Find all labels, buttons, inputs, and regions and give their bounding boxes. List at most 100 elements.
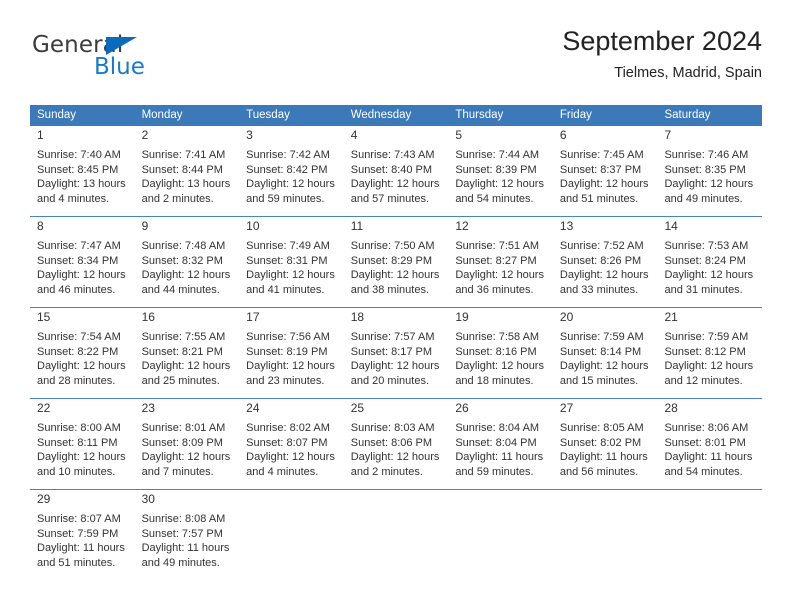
daylight-text-line1: Daylight: 12 hours <box>246 269 335 282</box>
day-details: Sunrise: 7:41 AM Sunset: 8:44 PM Daylight:… <box>142 148 233 206</box>
daylight-text-line2: and 57 minutes. <box>350 192 430 205</box>
calendar-day-cell[interactable]: 29 Sunrise: 8:07 AM Sunset: 7:59 PM Dayligh… <box>30 490 135 573</box>
calendar-day-cell[interactable]: 23 Sunrise: 8:01 AM Sunset: 8:09 PM Dayligh… <box>134 399 240 482</box>
day-number: 1 <box>37 128 44 142</box>
weekday-header-sunday: Sunday <box>37 109 77 121</box>
sunset-text: Sunset: 7:59 PM <box>37 527 119 540</box>
calendar-day-cell[interactable]: 16 Sunrise: 7:55 AM Sunset: 8:21 PM Dayligh… <box>134 308 240 391</box>
sunset-text: Sunset: 8:37 PM <box>559 163 642 176</box>
daylight-text-line1: Daylight: 12 hours <box>246 451 335 464</box>
sunrise-text: Sunrise: 7:53 AM <box>664 240 749 252</box>
day-details: Sunrise: 7:49 AM Sunset: 8:31 PM Daylight:… <box>246 239 337 297</box>
sunset-text: Sunset: 8:07 PM <box>246 436 328 449</box>
daylight-text-line2: and 46 minutes. <box>37 283 116 296</box>
daylight-text-line1: Daylight: 12 hours <box>141 451 231 464</box>
day-number: 12 <box>455 219 469 233</box>
day-number: 10 <box>246 219 260 233</box>
day-details: Sunrise: 7:46 AM Sunset: 8:35 PM Daylight:… <box>664 148 755 206</box>
calendar-day-cell[interactable]: 10 Sunrise: 7:49 AM Sunset: 8:31 PM Dayligh… <box>239 217 344 300</box>
day-details: Sunrise: 7:45 AM Sunset: 8:37 PM Daylight:… <box>560 148 651 206</box>
calendar-day-cell[interactable]: 6 Sunrise: 7:45 AM Sunset: 8:37 PM Daylight… <box>552 126 658 209</box>
sunrise-text: Sunrise: 7:41 AM <box>141 149 226 161</box>
sunrise-text: Sunrise: 7:45 AM <box>559 149 644 161</box>
day-number: 9 <box>141 219 149 233</box>
title-block: September 2024 Tielmes, Madrid, Spain <box>562 24 762 82</box>
sunrise-text: Sunrise: 7:55 AM <box>141 331 226 343</box>
sunrise-text: Sunrise: 7:42 AM <box>246 149 330 161</box>
general-blue-logo[interactable]: General Blue <box>32 32 232 88</box>
day-details: Sunrise: 8:00 AM Sunset: 8:11 PM Daylight:… <box>37 421 128 479</box>
daylight-text-line2: and 54 minutes. <box>455 192 534 205</box>
calendar-day-cell[interactable]: 9 Sunrise: 7:48 AM Sunset: 8:32 PM Daylight… <box>134 217 240 300</box>
day-details: Sunrise: 7:50 AM Sunset: 8:29 PM Daylight:… <box>351 239 442 297</box>
sunrise-text: Sunrise: 7:56 AM <box>246 331 330 343</box>
weekday-header-wednesday: Wednesday <box>350 109 412 121</box>
day-number: 20 <box>559 310 574 324</box>
calendar-day-cell[interactable]: 19 Sunrise: 7:58 AM Sunset: 8:16 PM Dayligh… <box>448 308 553 391</box>
calendar-day-cell[interactable]: 3 Sunrise: 7:42 AM Sunset: 8:42 PM Daylight… <box>239 126 344 209</box>
day-number: 21 <box>664 310 678 324</box>
daylight-text-line1: Daylight: 12 hours <box>141 360 231 373</box>
calendar-day-cell[interactable]: 1 Sunrise: 7:40 AM Sunset: 8:45 PM Daylight… <box>30 126 135 209</box>
daylight-text-line1: Daylight: 13 hours <box>141 178 231 191</box>
sunset-text: Sunset: 8:11 PM <box>37 436 118 449</box>
daylight-text-line1: Daylight: 11 hours <box>37 542 125 555</box>
daylight-text-line1: Daylight: 11 hours <box>559 451 648 464</box>
weekday-header-friday: Friday <box>559 109 592 121</box>
daylight-text-line2: and 2 minutes. <box>350 465 423 478</box>
sunset-text: Sunset: 8:40 PM <box>350 163 433 176</box>
daylight-text-line2: and 36 minutes. <box>455 283 534 296</box>
sunrise-text: Sunrise: 7:59 AM <box>664 331 749 343</box>
daylight-text-line1: Daylight: 12 hours <box>664 178 754 191</box>
day-number: 8 <box>37 219 44 233</box>
calendar-day-cell[interactable]: 21 Sunrise: 7:59 AM Sunset: 8:12 PM Dayligh… <box>657 308 763 391</box>
calendar-day-cell[interactable]: 4 Sunrise: 7:43 AM Sunset: 8:40 PM Daylight… <box>343 126 449 209</box>
daylight-text-line1: Daylight: 12 hours <box>350 451 440 464</box>
daylight-text-line2: and 49 minutes. <box>141 556 220 569</box>
day-details: Sunrise: 8:02 AM Sunset: 8:07 PM Daylight:… <box>246 421 337 479</box>
sunset-text: Sunset: 8:01 PM <box>664 436 746 449</box>
weekday-header-monday: Monday <box>141 109 183 121</box>
calendar-day-cell[interactable]: 28 Sunrise: 8:06 AM Sunset: 8:01 PM Dayligh… <box>657 399 763 482</box>
day-details: Sunrise: 8:03 AM Sunset: 8:06 PM Daylight:… <box>351 421 442 479</box>
sunset-text: Sunset: 8:22 PM <box>37 345 119 358</box>
day-details: Sunrise: 7:59 AM Sunset: 8:14 PM Daylight:… <box>560 330 651 388</box>
day-number: 30 <box>141 492 155 506</box>
calendar-day-cell[interactable]: 20 Sunrise: 7:59 AM Sunset: 8:14 PM Dayligh… <box>552 308 658 391</box>
calendar-day-cell[interactable]: 25 Sunrise: 8:03 AM Sunset: 8:06 PM Dayligh… <box>343 399 449 482</box>
calendar-day-cell[interactable]: 14 Sunrise: 7:53 AM Sunset: 8:24 PM Dayligh… <box>657 217 763 300</box>
calendar-day-cell[interactable]: 7 Sunrise: 7:46 AM Sunset: 8:35 PM Daylight… <box>657 126 763 209</box>
calendar-empty-cell <box>657 490 763 573</box>
sunrise-text: Sunrise: 8:02 AM <box>246 422 330 434</box>
calendar-day-cell[interactable]: 18 Sunrise: 7:57 AM Sunset: 8:17 PM Dayligh… <box>343 308 449 391</box>
calendar-day-cell[interactable]: 15 Sunrise: 7:54 AM Sunset: 8:22 PM Dayligh… <box>30 308 135 391</box>
daylight-text-line2: and 56 minutes. <box>559 465 639 478</box>
day-details: Sunrise: 8:08 AM Sunset: 7:57 PM Daylight:… <box>142 512 233 570</box>
calendar-day-cell[interactable]: 30 Sunrise: 8:08 AM Sunset: 7:57 PM Dayligh… <box>134 490 240 573</box>
daylight-text-line2: and 31 minutes. <box>664 283 743 296</box>
day-details: Sunrise: 7:51 AM Sunset: 8:27 PM Daylight:… <box>455 239 546 297</box>
calendar-day-cell[interactable]: 27 Sunrise: 8:05 AM Sunset: 8:02 PM Dayligh… <box>552 399 658 482</box>
logo-triangle-icon <box>106 37 137 55</box>
sunset-text: Sunset: 8:27 PM <box>455 254 537 267</box>
sunset-text: Sunset: 8:45 PM <box>37 163 119 176</box>
daylight-text-line2: and 7 minutes. <box>141 465 214 478</box>
calendar-day-cell[interactable]: 22 Sunrise: 8:00 AM Sunset: 8:11 PM Dayligh… <box>30 399 135 482</box>
location-subtitle: Tielmes, Madrid, Spain <box>614 65 762 81</box>
daylight-text-line2: and 4 minutes. <box>246 465 319 478</box>
calendar-day-cell[interactable]: 17 Sunrise: 7:56 AM Sunset: 8:19 PM Dayligh… <box>239 308 344 391</box>
calendar-day-cell[interactable]: 11 Sunrise: 7:50 AM Sunset: 8:29 PM Dayligh… <box>343 217 449 300</box>
calendar-day-cell[interactable]: 26 Sunrise: 8:04 AM Sunset: 8:04 PM Dayligh… <box>448 399 553 482</box>
calendar-day-cell[interactable]: 5 Sunrise: 7:44 AM Sunset: 8:39 PM Daylight… <box>448 126 553 209</box>
daylight-text-line2: and 38 minutes. <box>350 283 430 296</box>
calendar-day-cell[interactable]: 12 Sunrise: 7:51 AM Sunset: 8:27 PM Dayligh… <box>448 217 553 300</box>
day-details: Sunrise: 7:52 AM Sunset: 8:26 PM Daylight:… <box>560 239 651 297</box>
calendar-day-cell[interactable]: 13 Sunrise: 7:52 AM Sunset: 8:26 PM Dayligh… <box>552 217 658 300</box>
sunset-text: Sunset: 7:57 PM <box>141 527 223 540</box>
sunset-text: Sunset: 8:04 PM <box>455 436 537 449</box>
sunrise-text: Sunrise: 7:59 AM <box>559 331 644 343</box>
calendar-day-cell[interactable]: 2 Sunrise: 7:41 AM Sunset: 8:44 PM Daylight… <box>134 126 240 209</box>
calendar-day-cell[interactable]: 24 Sunrise: 8:02 AM Sunset: 8:07 PM Dayligh… <box>239 399 344 482</box>
calendar-day-cell[interactable]: 8 Sunrise: 7:47 AM Sunset: 8:34 PM Daylight… <box>30 217 135 300</box>
sunrise-text: Sunrise: 7:51 AM <box>455 240 540 252</box>
